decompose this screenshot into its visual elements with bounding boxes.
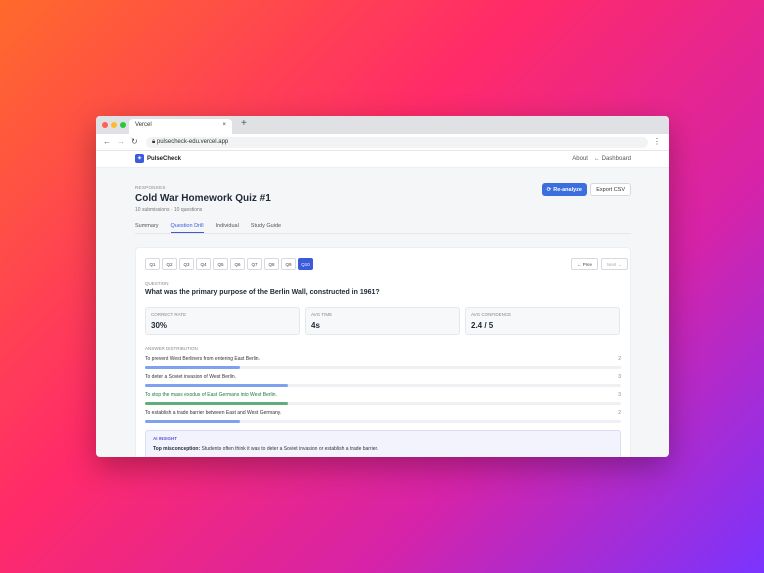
browser-menu-icon[interactable]: ⋮: [653, 137, 661, 146]
reanalyze-button[interactable]: ⟳ Re-analyze: [541, 183, 587, 196]
question-chip-q10[interactable]: Q10: [298, 258, 313, 270]
insight-body: Students often think it was to deter a S…: [201, 446, 379, 452]
answer-row: To prevent West Berliners from entering …: [145, 356, 621, 362]
stat-correct-rate: CORRECT RATE 30%: [145, 307, 300, 335]
browser-tabbar: Vercel × +: [96, 116, 669, 134]
distribution-label: ANSWER DISTRIBUTION: [145, 346, 198, 351]
answer-bar-track: [145, 366, 621, 369]
answer-count: 2: [618, 410, 621, 416]
prev-button[interactable]: ← Prev: [570, 258, 598, 270]
pulsecheck-logo-icon[interactable]: ◈: [135, 154, 144, 163]
question-chip-q7[interactable]: Q7: [247, 258, 262, 270]
tab-individual[interactable]: Individual: [216, 223, 239, 233]
back-arrow-icon[interactable]: ←: [103, 137, 111, 146]
tab-question-drill[interactable]: Question Drill: [170, 223, 204, 233]
answer-text: To stop the mass exodus of East Germans …: [145, 392, 277, 398]
question-chip-q4[interactable]: Q4: [196, 258, 211, 270]
tab-summary[interactable]: Summary: [135, 223, 159, 233]
stat-label: CORRECT RATE: [151, 312, 187, 317]
refresh-icon: ⟳: [546, 186, 552, 193]
browser-tab[interactable]: Vercel ×: [129, 119, 232, 134]
address-bar-row: ← → ↻ 🔒︎ pulsecheck-edu.vercel.app ⋮: [96, 134, 669, 151]
answer-bar-fill: [145, 384, 288, 387]
question-chip-q9[interactable]: Q9: [281, 258, 296, 270]
answer-bar-fill: [145, 366, 241, 369]
insight-text: Top misconception: Students often think …: [153, 446, 613, 452]
stat-value: 4s: [311, 321, 320, 330]
about-link[interactable]: About: [572, 156, 588, 162]
browser-tab-title: Vercel: [135, 122, 152, 128]
stat-label: AVG TIME: [311, 312, 333, 317]
window-controls: [102, 122, 126, 128]
answer-text: To establish a trade barrier between Eas…: [145, 410, 282, 416]
stat-value: 2.4 / 5: [471, 321, 494, 330]
stat-avg-time: AVG TIME 4s: [305, 307, 460, 335]
forward-arrow-icon[interactable]: →: [117, 137, 125, 146]
question-label: QUESTION: [145, 281, 169, 286]
brand-name[interactable]: PulseCheck: [147, 156, 181, 162]
tabs-divider: [135, 233, 631, 234]
answer-count: 3: [618, 374, 621, 380]
answer-item: To establish a trade barrier between Eas…: [145, 410, 621, 423]
next-button[interactable]: Next →: [600, 258, 628, 270]
ai-insight-panel: AI INSIGHT Top misconception: Students o…: [145, 430, 621, 457]
stat-avg-confidence: AVG CONFIDENCE 2.4 / 5: [465, 307, 620, 335]
answer-row: To deter a Soviet invasion of West Berli…: [145, 374, 621, 380]
answer-item: To prevent West Berliners from entering …: [145, 356, 621, 369]
answer-distribution: To prevent West Berliners from entering …: [145, 356, 621, 428]
answer-bar-fill: [145, 402, 288, 405]
answer-row: To stop the mass exodus of East Germans …: [145, 392, 621, 398]
reanalyze-label: Re-analyze: [553, 186, 582, 193]
url-text: pulsecheck-edu.vercel.app: [156, 139, 229, 145]
question-drill-card: Q1 Q2 Q3 Q4 Q5 Q6 Q7 Q8 Q9 Q10 ← Prev Ne…: [135, 247, 631, 457]
question-chip-q1[interactable]: Q1: [145, 258, 160, 270]
question-chip-q8[interactable]: Q8: [264, 258, 279, 270]
app-header: ◈ PulseCheck About ← Dashboard: [96, 151, 669, 168]
question-chip-q6[interactable]: Q6: [230, 258, 245, 270]
answer-row: To establish a trade barrier between Eas…: [145, 410, 621, 416]
question-text: What was the primary purpose of the Berl…: [145, 289, 380, 296]
question-chip-q2[interactable]: Q2: [162, 258, 177, 270]
export-csv-button[interactable]: Export CSV: [590, 183, 631, 196]
close-tab-icon[interactable]: ×: [222, 122, 226, 131]
view-tabs: Summary Question Drill Individual Study …: [135, 223, 281, 233]
minimize-window-dot[interactable]: [111, 122, 117, 128]
close-window-dot[interactable]: [102, 122, 108, 128]
url-field[interactable]: 🔒︎ pulsecheck-edu.vercel.app: [146, 137, 648, 148]
question-pager: ← Prev Next →: [570, 258, 628, 270]
answer-bar-track: [145, 402, 621, 405]
answer-bar-track: [145, 384, 621, 387]
stat-label: AVG CONFIDENCE: [471, 312, 512, 317]
answer-text: To prevent West Berliners from entering …: [145, 356, 260, 362]
question-selector: Q1 Q2 Q3 Q4 Q5 Q6 Q7 Q8 Q9 Q10: [145, 258, 313, 270]
question-chip-q5[interactable]: Q5: [213, 258, 228, 270]
reload-icon[interactable]: ↻: [131, 137, 138, 146]
tab-study-guide[interactable]: Study Guide: [251, 223, 281, 233]
lock-icon: 🔒︎: [152, 139, 156, 145]
dashboard-link[interactable]: ← Dashboard: [594, 156, 631, 162]
page-subtitle: 10 submissions · 10 questions: [135, 207, 203, 213]
browser-window: Vercel × + ← → ↻ 🔒︎ pulsecheck-edu.verce…: [96, 116, 669, 457]
stat-value: 30%: [151, 321, 168, 330]
answer-text: To deter a Soviet invasion of West Berli…: [145, 374, 237, 380]
answer-count: 3: [618, 392, 621, 398]
answer-item-correct: To stop the mass exodus of East Germans …: [145, 392, 621, 405]
answer-count: 2: [618, 356, 621, 362]
insight-label: AI INSIGHT: [153, 436, 178, 441]
stats-row: CORRECT RATE 30% AVG TIME 4s AVG CONFIDE…: [145, 307, 620, 335]
answer-item: To deter a Soviet invasion of West Berli…: [145, 374, 621, 387]
insight-prefix: Top misconception:: [153, 446, 201, 452]
answer-bar-track: [145, 420, 621, 423]
new-tab-icon[interactable]: +: [241, 118, 247, 129]
answer-bar-fill: [145, 420, 241, 423]
maximize-window-dot[interactable]: [120, 122, 126, 128]
question-chip-q3[interactable]: Q3: [179, 258, 194, 270]
header-links: About ← Dashboard: [572, 156, 631, 162]
